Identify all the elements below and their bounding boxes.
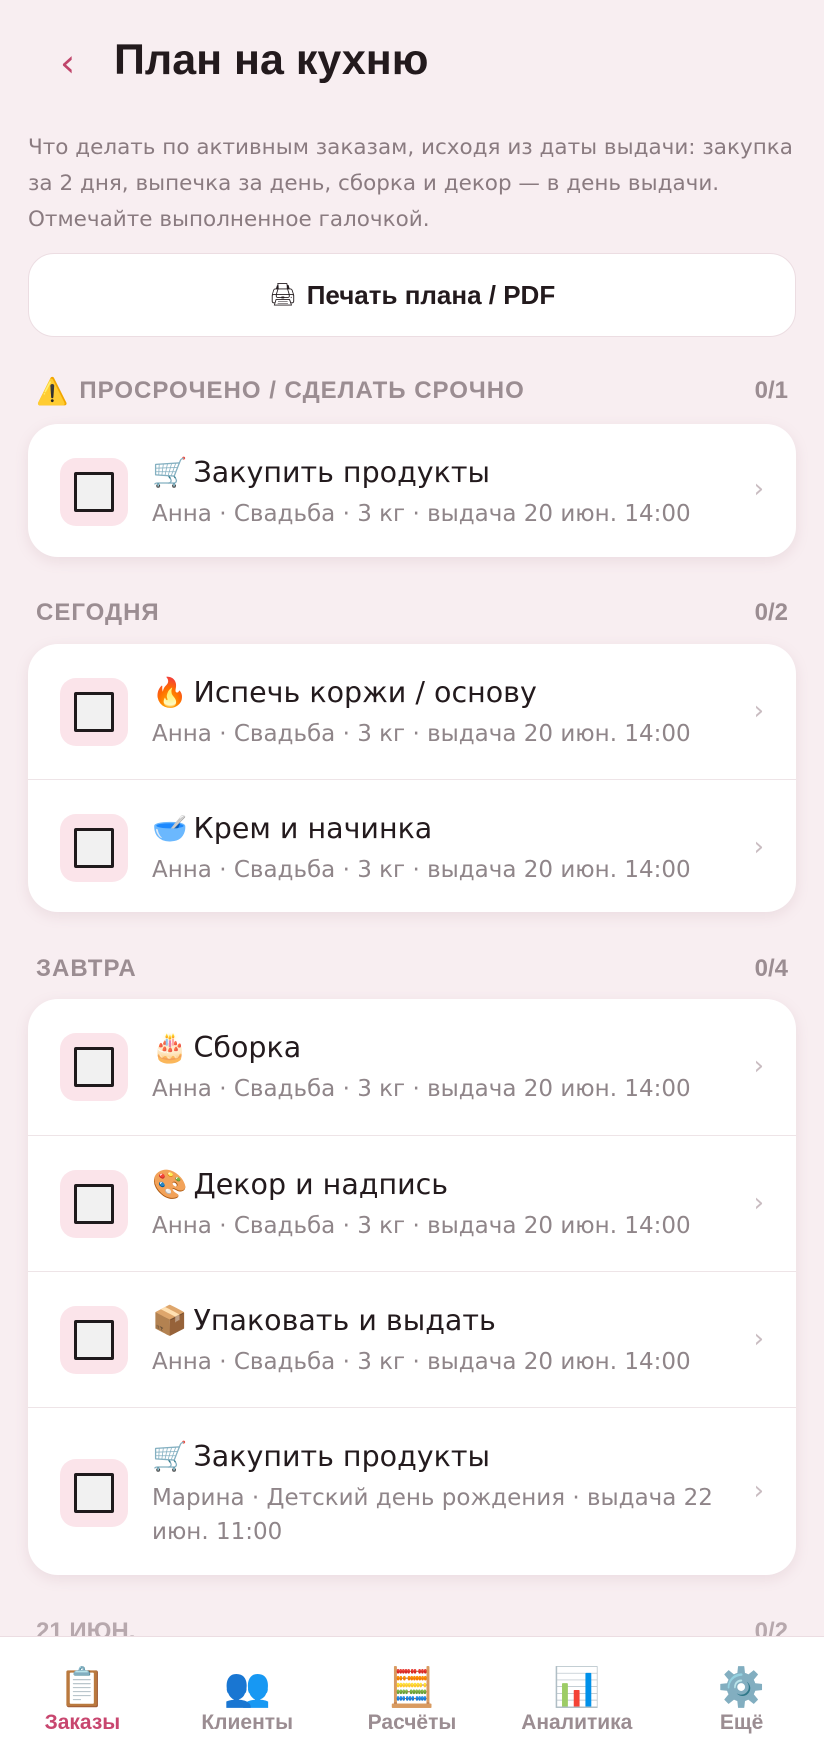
tab-label: Клиенты — [201, 1711, 294, 1734]
chevron-left-icon[interactable]: ‹ — [60, 40, 75, 86]
section-header-today: СЕГОДНЯ 0/2 — [36, 593, 788, 633]
bottom-tab-bar: 📋 Заказы 👥 Клиенты 🧮 Расчёты 📊 Аналитика… — [0, 1636, 824, 1760]
tab-label: Аналитика — [521, 1711, 633, 1734]
task-row[interactable]: 🥣 Крем и начинка Анна · Свадьба · 3 кг · … — [28, 779, 796, 912]
tab-label: Расчёты — [367, 1711, 457, 1734]
task-subtitle: Анна · Свадьба · 3 кг · выдача 20 июн. 1… — [152, 501, 691, 527]
section-header-tomorrow: ЗАВТРА 0/4 — [36, 949, 788, 989]
chevron-right-icon[interactable]: › — [754, 1476, 764, 1506]
task-subtitle: Анна · Свадьба · 3 кг · выдача 20 июн. 1… — [152, 1349, 691, 1375]
task-title: Закупить продукты — [193, 1440, 490, 1473]
task-row[interactable]: 🔥 Испечь коржи / основу Анна · Свадьба · … — [28, 644, 796, 779]
task-checkbox[interactable] — [60, 678, 128, 746]
task-subtitle: Марина · Детский день рождения · выдача … — [152, 1485, 713, 1545]
task-title: Закупить продукты — [193, 456, 490, 489]
palette-icon: 🎨 — [152, 1168, 188, 1201]
people-icon: 👥 — [223, 1665, 271, 1709]
task-checkbox[interactable] — [60, 1170, 128, 1238]
section-title: 21 ИЮН. — [36, 1618, 136, 1636]
header: ‹ План на кухню — [0, 0, 824, 122]
package-icon: 📦 — [152, 1304, 188, 1337]
tab-analytics[interactable]: 📊 Аналитика — [494, 1637, 659, 1760]
section-title: СЕГОДНЯ — [36, 599, 160, 626]
tab-clients[interactable]: 👥 Клиенты — [165, 1637, 330, 1760]
task-card-tomorrow: 🎂 Сборка Анна · Свадьба · 3 кг · выдача 2… — [28, 999, 796, 1575]
print-plan-button[interactable]: 🖨 Печать плана / PDF — [28, 253, 796, 337]
section-header-overdue: ⚠️ ПРОСРОЧЕНО / СДЕЛАТЬ СРОЧНО 0/1 — [36, 371, 788, 411]
tab-orders[interactable]: 📋 Заказы — [0, 1637, 165, 1760]
gear-icon: ⚙️ — [717, 1665, 766, 1709]
task-checkbox[interactable] — [60, 1459, 128, 1527]
cart-icon: 🛒 — [152, 456, 188, 489]
chevron-right-icon[interactable]: › — [754, 1324, 764, 1354]
section-header-jun-21: 21 ИЮН. 0/2 — [36, 1612, 788, 1636]
section-count: 0/2 — [754, 599, 788, 626]
fire-icon: 🔥 — [152, 676, 188, 709]
tab-calculations[interactable]: 🧮 Расчёты — [330, 1637, 495, 1760]
cake-icon: 🎂 — [152, 1031, 188, 1064]
page-title: План на кухню — [114, 36, 429, 84]
task-row[interactable]: 📦 Упаковать и выдать Анна · Свадьба · 3 к… — [28, 1271, 796, 1407]
task-title: Упаковать и выдать — [193, 1304, 496, 1337]
task-subtitle: Анна · Свадьба · 3 кг · выдача 20 июн. 1… — [152, 721, 691, 747]
section-title: ПРОСРОЧЕНО / СДЕЛАТЬ СРОЧНО — [79, 377, 525, 404]
bar-chart-icon: 📊 — [553, 1665, 601, 1709]
task-row[interactable]: 🎂 Сборка Анна · Свадьба · 3 кг · выдача 2… — [28, 999, 796, 1135]
bowl-icon: 🥣 — [152, 812, 188, 845]
task-checkbox[interactable] — [60, 814, 128, 882]
task-title: Декор и надпись — [193, 1168, 449, 1201]
clipboard-icon: 📋 — [58, 1665, 107, 1709]
task-title: Крем и начинка — [193, 812, 433, 845]
cart-icon: 🛒 — [152, 1440, 188, 1473]
section-count: 0/1 — [754, 377, 788, 404]
chevron-right-icon[interactable]: › — [754, 474, 764, 504]
print-plan-label: Печать плана / PDF — [306, 279, 556, 310]
section-title: ЗАВТРА — [36, 955, 137, 982]
printer-icon: 🖨 — [268, 282, 297, 308]
task-title: Сборка — [193, 1031, 302, 1064]
task-subtitle: Анна · Свадьба · 3 кг · выдача 20 июн. 1… — [152, 1213, 691, 1239]
task-subtitle: Анна · Свадьба · 3 кг · выдача 20 июн. 1… — [152, 857, 691, 883]
chevron-right-icon[interactable]: › — [754, 1188, 764, 1218]
task-card-today: 🔥 Испечь коржи / основу Анна · Свадьба · … — [28, 644, 796, 912]
chevron-right-icon[interactable]: › — [754, 1051, 764, 1081]
chevron-right-icon[interactable]: › — [754, 832, 764, 862]
task-subtitle: Анна · Свадьба · 3 кг · выдача 20 июн. 1… — [152, 1076, 691, 1102]
task-row[interactable]: 🎨 Декор и надпись Анна · Свадьба · 3 кг ·… — [28, 1135, 796, 1271]
warning-icon: ⚠️ — [36, 375, 70, 406]
task-card-overdue: 🛒 Закупить продукты Анна · Свадьба · 3 кг… — [28, 424, 796, 557]
section-count: 0/4 — [754, 955, 788, 982]
chevron-right-icon[interactable]: › — [754, 696, 764, 726]
task-row[interactable]: 🛒 Закупить продукты Марина · Детский день… — [28, 1407, 796, 1575]
abacus-icon: 🧮 — [388, 1665, 436, 1709]
task-checkbox[interactable] — [60, 1033, 128, 1101]
kitchen-plan-screen: ‹ План на кухню Что делать по активным з… — [0, 0, 824, 1760]
tab-label: Заказы — [44, 1711, 121, 1734]
task-checkbox[interactable] — [60, 458, 128, 526]
section-count: 0/2 — [754, 1618, 788, 1636]
tab-label: Ещё — [719, 1711, 764, 1734]
task-title: Испечь коржи / основу — [193, 676, 537, 709]
tab-more[interactable]: ⚙️ Ещё — [659, 1637, 824, 1760]
task-row[interactable]: 🛒 Закупить продукты Анна · Свадьба · 3 кг… — [28, 424, 796, 557]
page-description: Что делать по активным заказам, исходя и… — [28, 135, 793, 232]
task-checkbox[interactable] — [60, 1306, 128, 1374]
